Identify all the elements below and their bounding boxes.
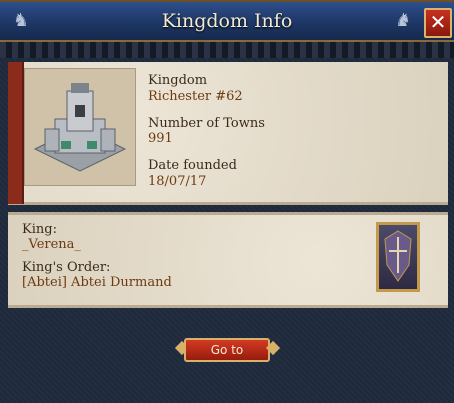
crest-shield-icon: [384, 230, 412, 282]
window-title: Kingdom Info: [161, 10, 293, 32]
castle-icon: [33, 83, 127, 172]
king-value[interactable]: _Verena_: [22, 237, 81, 252]
founded-value: 18/07/17: [148, 174, 207, 189]
title-bar: ♞ Kingdom Info ♞ ✕: [0, 0, 454, 42]
castle-image: [24, 68, 136, 186]
kingdom-label: Kingdom: [148, 73, 208, 88]
dragon-emblem-icon: ♞: [394, 10, 412, 31]
towns-label: Number of Towns: [148, 116, 265, 131]
goto-button[interactable]: Go to: [184, 338, 270, 362]
towns-value: 991: [148, 131, 173, 146]
ornamental-divider: [0, 42, 454, 58]
kingdom-value: Richester #62: [148, 89, 243, 104]
order-crest: [376, 222, 420, 292]
kingdom-info-window: ♞ Kingdom Info ♞ ✕ Kingdom Richester #62…: [0, 0, 454, 403]
king-label: King:: [22, 222, 57, 237]
close-button[interactable]: ✕: [424, 8, 452, 38]
panel-accent-bar: [8, 62, 24, 204]
order-value[interactable]: [Abtei] Abtei Durmand: [22, 275, 172, 290]
order-label: King's Order:: [22, 260, 111, 275]
founded-label: Date founded: [148, 158, 237, 173]
